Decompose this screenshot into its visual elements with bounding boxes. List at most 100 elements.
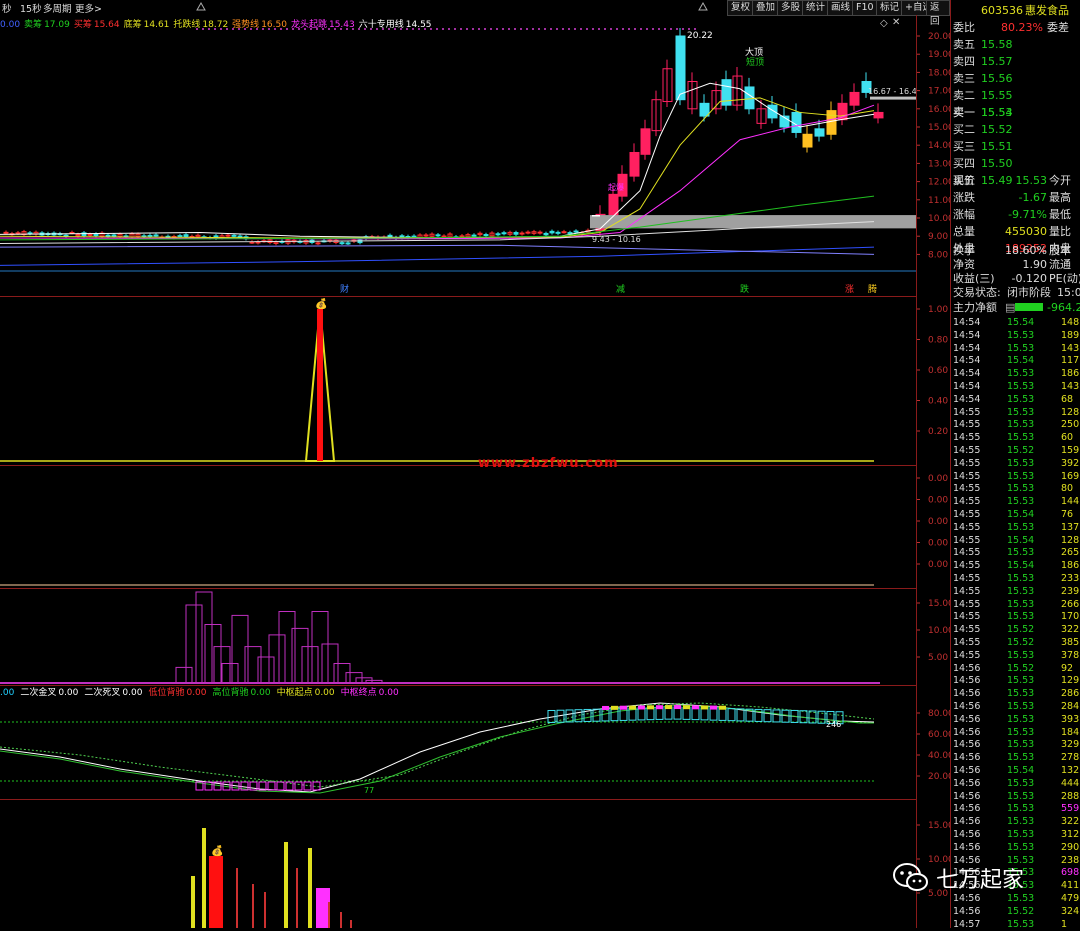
y-tick-label: 20.00 xyxy=(928,772,950,782)
resistance-band xyxy=(870,96,916,100)
tick-row: 14:55 15.52 385 xyxy=(953,636,1080,649)
bid-row: 买四 15.50 xyxy=(953,155,1080,172)
high-box xyxy=(691,707,700,721)
tick-time: 14:55 xyxy=(953,496,981,508)
bid-label: 买四 xyxy=(953,157,975,170)
indicator-panel-3[interactable]: 0.00 0.00 0.00 0.00 0.00 xyxy=(0,466,950,588)
y-tick-label: 19.00 xyxy=(928,50,950,60)
period-15sec-tab[interactable]: 15秒 xyxy=(20,1,42,15)
top-dot xyxy=(448,28,450,30)
tick-time: 14:55 xyxy=(953,598,981,610)
candle xyxy=(549,230,555,234)
top-dot xyxy=(388,28,390,30)
multi-period-tab[interactable]: 多周期 xyxy=(43,1,72,15)
top-dot xyxy=(202,28,204,30)
tick-volume: 128 xyxy=(1061,534,1080,546)
candle xyxy=(873,111,884,119)
restore-rights-button[interactable]: 复权 xyxy=(727,0,755,16)
volume-bar xyxy=(308,848,312,928)
top-dot xyxy=(208,28,210,30)
ask-price: 15.56 xyxy=(981,72,1013,85)
top-dot xyxy=(646,28,648,30)
histogram-bar xyxy=(185,604,203,684)
tick-volume: 324 xyxy=(1061,905,1080,917)
axis-divider xyxy=(916,15,917,928)
volume-bars-panel[interactable]: 15.0010.005.00💰 xyxy=(0,800,950,928)
candle xyxy=(699,102,710,117)
ask-label: 卖二 xyxy=(953,89,975,102)
tick-row: 14:56 15.53 288 xyxy=(953,790,1080,803)
draw-line-button[interactable]: 画线 xyxy=(827,0,855,16)
tick-row: 14:56 15.53 322 xyxy=(953,815,1080,828)
tick-row: 14:55 15.53 128 xyxy=(953,406,1080,419)
tick-volume: 68 xyxy=(1061,393,1074,405)
candle xyxy=(826,110,837,135)
low-box xyxy=(276,781,285,791)
top-dot xyxy=(286,28,288,30)
f10-button[interactable]: F10 xyxy=(852,0,878,16)
histogram-panel[interactable]: 15.00 10.00 5.00 xyxy=(0,589,950,685)
y-tick-label: 11.00 xyxy=(928,196,950,206)
top-dot xyxy=(280,28,282,30)
tick-price: 15.54 xyxy=(1007,534,1035,546)
wechat-account-name: 七万起家 xyxy=(936,868,1025,893)
top-dot xyxy=(358,28,360,30)
multi-stock-button[interactable]: 多股 xyxy=(777,0,805,16)
bid-row: 买二 15.52 xyxy=(953,121,1080,138)
tick-price: 15.53 xyxy=(1007,726,1035,738)
moneybag-icon: 💰 xyxy=(315,297,327,310)
tick-time: 14:55 xyxy=(953,547,981,559)
top-dot xyxy=(298,28,300,30)
signal-panel[interactable]: 1.00 0.80 0.60 0.40 0.20 💰 xyxy=(0,297,950,465)
high-box xyxy=(655,706,664,720)
quote-value: 15.53 xyxy=(1015,174,1048,187)
tick-time: 14:55 xyxy=(953,432,981,444)
top-dot xyxy=(220,28,222,30)
top-dot xyxy=(526,28,528,30)
tick-time: 14:54 xyxy=(953,368,981,380)
tick-row: 14:56 15.53 184 xyxy=(953,726,1080,739)
top-dot xyxy=(412,28,414,30)
tick-time: 14:54 xyxy=(953,355,981,367)
tick-volume: 132 xyxy=(1061,765,1080,776)
buy-signal-label: 起爆 xyxy=(608,182,624,192)
period-second-tab[interactable]: 秒 xyxy=(2,1,12,15)
tick-row: 14:55 15.52 322 xyxy=(953,623,1080,636)
y-tick-label: 8.00 xyxy=(928,250,948,260)
tick-time: 14:55 xyxy=(953,509,981,520)
tick-time: 14:54 xyxy=(953,393,981,405)
kd-panel[interactable]: 80.00 60.00 40.00 20.00 77 246 xyxy=(0,697,950,799)
tick-volume: 233 xyxy=(1061,573,1080,584)
mark-button[interactable]: 标记 xyxy=(876,0,904,16)
tick-volume: 189 xyxy=(1061,329,1080,341)
y-tick-label: 0.00 xyxy=(928,560,948,570)
overlay-button[interactable]: 叠加 xyxy=(752,0,780,16)
histogram-bar xyxy=(257,656,275,684)
more-menu[interactable]: 更多> xyxy=(75,1,102,15)
tick-time: 14:56 xyxy=(953,777,981,789)
ma-short-line xyxy=(0,82,875,239)
top-dot xyxy=(232,28,234,30)
top-dot xyxy=(670,28,672,30)
high-box-top xyxy=(629,705,636,710)
tick-price: 15.54 xyxy=(1007,317,1035,328)
candlestick-chart[interactable]: 20.00 19.00 18.00 17.00 16.00 15.00 14.00 13.00… xyxy=(0,28,950,296)
close-icon[interactable]: ✕ xyxy=(892,17,900,28)
top-dot xyxy=(382,28,384,30)
tick-price: 15.53 xyxy=(1007,713,1035,725)
grid-icon[interactable]: ▤ xyxy=(1005,299,1015,316)
back-button[interactable]: 返回 xyxy=(926,0,950,27)
tick-time: 14:54 xyxy=(953,317,981,328)
top-dot xyxy=(340,28,342,30)
tick-row: 14:57 15.53 1 xyxy=(953,918,1080,931)
tick-volume: 322 xyxy=(1061,816,1080,828)
statistics-button[interactable]: 统计 xyxy=(802,0,830,16)
volume-bar xyxy=(209,856,223,928)
ask-row: 卖二 15.55 xyxy=(953,87,1080,104)
quote-value: -9.71% xyxy=(1008,208,1047,221)
top-dot xyxy=(322,28,324,30)
top-label: 大顶 xyxy=(745,46,763,58)
quote-row: 总量 455030 量比 xyxy=(953,223,1080,240)
tick-row: 14:54 15.53 189 xyxy=(953,329,1080,342)
d-line xyxy=(0,704,874,794)
